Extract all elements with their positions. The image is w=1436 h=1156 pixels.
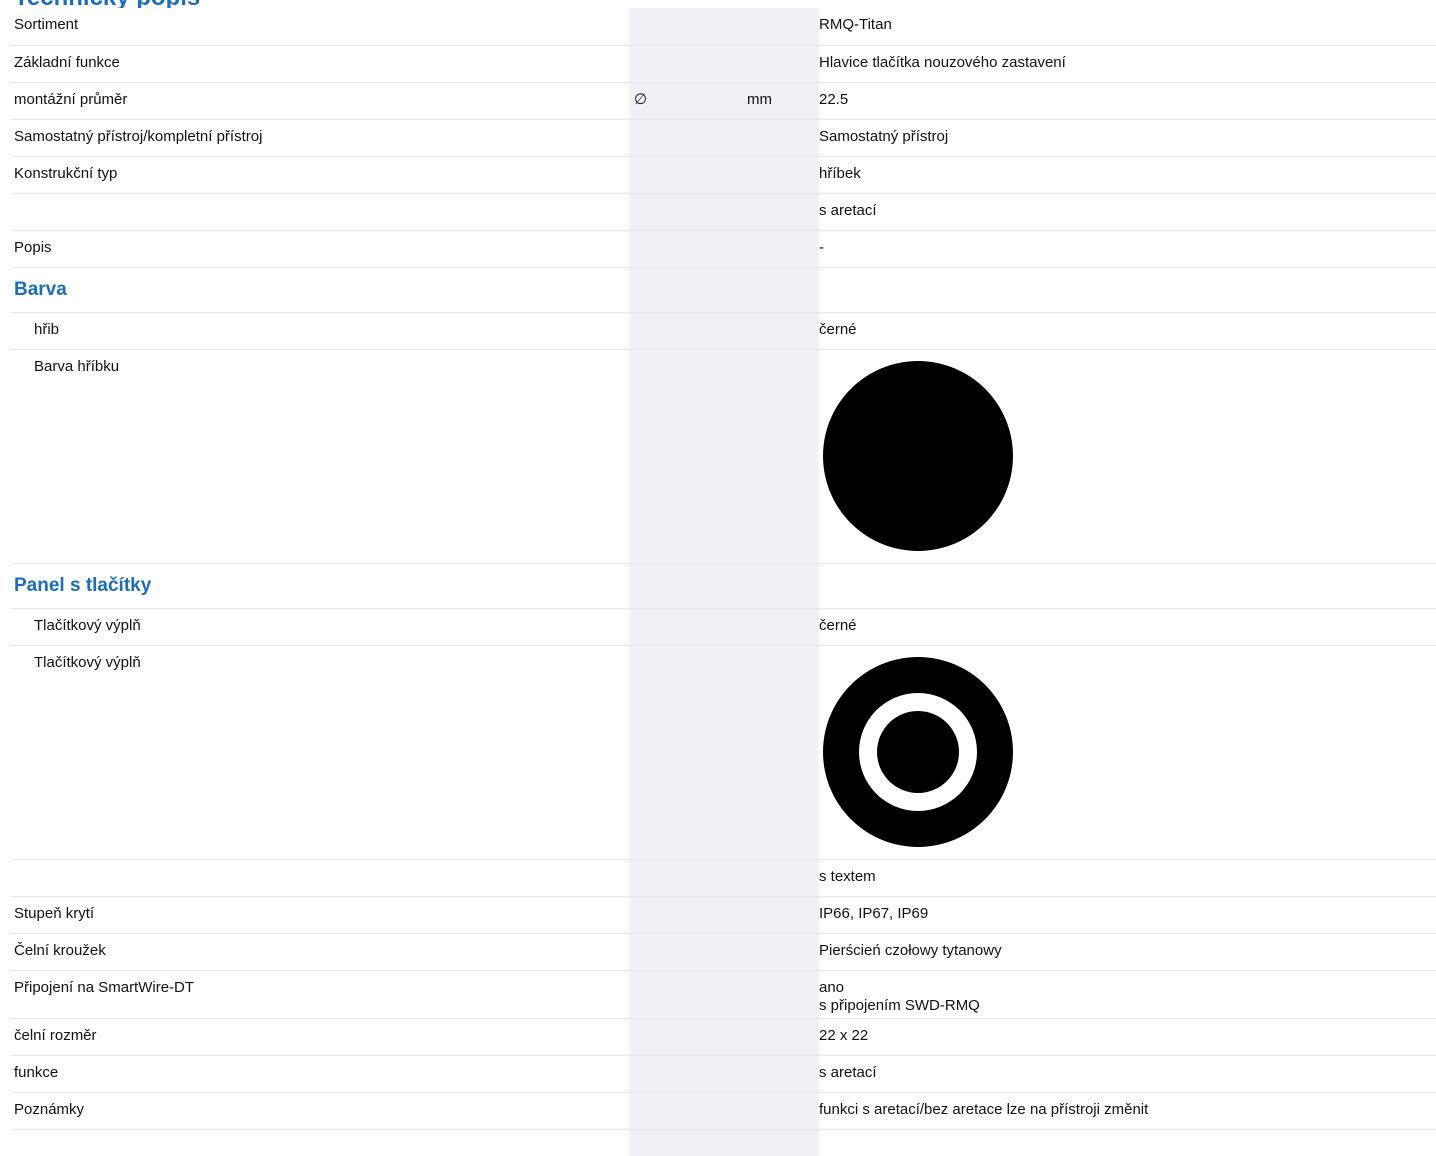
table-row: Stupeň krytí IP66, IP67, IP69 [10,896,1436,934]
table-row: Popis - [10,230,1436,268]
row-value: s aretací [819,1055,1436,1093]
section-row: Panel s tlačítky [10,563,1436,609]
table-row: hřib černé [10,312,1436,350]
row-label [10,859,629,897]
row-label: Stupeň krytí [10,896,629,934]
row-value: IP66, IP67, IP69 [819,896,1436,934]
row-label: Barva hříbku [10,349,629,564]
row-value: Hlavice tlačítka nouzového zastavení [819,45,1436,83]
row-label: Tlačítkový výplň [10,645,629,860]
unit-label: mm [724,82,819,120]
table-row: montážní průměr ∅ mm 22.5 [10,82,1436,120]
page-title: Technický popis [14,0,200,8]
diameter-symbol: ∅ [629,82,724,120]
table-row: Samostatný přístroj/kompletní přístroj S… [10,119,1436,157]
row-value: RMQ-Titan [819,8,1436,46]
table-row: Tlačítkový výplň černé [10,608,1436,646]
table-row: s aretací [10,193,1436,231]
row-label: Základní funkce [10,45,629,83]
row-value: Samostatný přístroj [819,119,1436,157]
table-row: Konstrukční typ hříbek [10,156,1436,194]
table-row: Barva hříbku [10,349,1436,564]
table-row: Základní funkce Hlavice tlačítka nouzové… [10,45,1436,83]
row-label: Popis [10,230,629,268]
row-value: ano s připojením SWD-RMQ [819,970,1436,1019]
row-label: Čelní kroužek [10,933,629,971]
row-label: Tlačítkový výplň [10,608,629,646]
table-row: Připojení na SmartWire-DT ano s připojen… [10,970,1436,1019]
row-label: čelní rozměr [10,1018,629,1056]
table-row: Tlačítkový výplň [10,645,1436,860]
page-header: Technický popis [0,0,1436,8]
black-circle-swatch-icon [823,360,1013,551]
row-value: s textem [819,859,1436,897]
row-value: hříbek [819,156,1436,194]
row-value: Pierścień czołowy tytanowy [819,933,1436,971]
table-row: Čelní kroužek Pierścień czołowy tytanowy [10,933,1436,971]
table-row: funkce s aretací [10,1055,1436,1093]
table-row: s textem [10,859,1436,897]
row-value: 22 x 22 [819,1018,1436,1056]
row-value: černé [819,608,1436,646]
section-row: Barva [10,267,1436,313]
row-value: s aretací [819,193,1436,231]
spec-table: Sortiment RMQ-Titan Základní funkce Hlav… [10,8,1436,1130]
row-label: Konstrukční typ [10,156,629,194]
row-value: 22.5 [819,82,1436,120]
table-row: čelní rozměr 22 x 22 [10,1018,1436,1056]
row-value: - [819,230,1436,268]
table-row: Poznámky funkci s aretací/bez aretace lz… [10,1092,1436,1130]
unit-text: mm [747,90,772,108]
row-value: funkci s aretací/bez aretace lze na přís… [819,1092,1436,1130]
row-label: montážní průměr [10,82,629,120]
table-row: Sortiment RMQ-Titan [10,8,1436,46]
value-line: s připojením SWD-RMQ [819,996,980,1014]
row-label: hřib [10,312,629,350]
section-title-panel: Panel s tlačítky [14,574,152,596]
row-label: Samostatný přístroj/kompletní přístroj [10,119,629,157]
value-line: ano [819,978,845,996]
row-label: funkce [10,1055,629,1093]
black-ring-target-icon [823,656,1013,847]
section-title-barva: Barva [14,278,67,300]
row-label: Sortiment [10,8,629,46]
row-value: černé [819,312,1436,350]
row-label [10,193,629,231]
row-label: Připojení na SmartWire-DT [10,970,629,1019]
row-label: Poznámky [10,1092,629,1130]
